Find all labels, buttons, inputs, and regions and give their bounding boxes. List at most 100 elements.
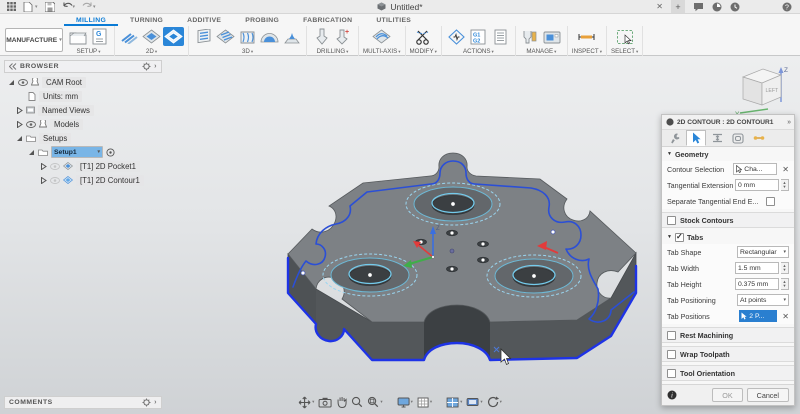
tab-height-input[interactable]: 0.375 mm: [735, 278, 779, 290]
counterbore-pocket[interactable]: [323, 254, 417, 296]
tree-item-2d-pocket1[interactable]: [T1] 2D Pocket1: [4, 159, 162, 173]
clear-selection-icon[interactable]: ✕: [782, 312, 789, 321]
tree-item-named-views[interactable]: Named Views: [4, 103, 162, 117]
part-side-walls[interactable]: [288, 253, 636, 360]
tree-label[interactable]: Models: [50, 119, 83, 130]
rest-machining-checkbox[interactable]: [667, 331, 676, 340]
tab-shape-dropdown[interactable]: Rectangular: [737, 246, 789, 258]
tab-milling[interactable]: MILLING: [64, 14, 118, 26]
collapsed-caret-icon[interactable]: [40, 163, 47, 170]
tabs-section-header[interactable]: ▼ Tabs: [662, 230, 794, 244]
dialog-tab-linking[interactable]: [749, 130, 769, 146]
setup-sheet-icon[interactable]: [490, 27, 511, 46]
refresh-orbit-icon[interactable]: [486, 394, 503, 410]
drill-icon[interactable]: [311, 27, 332, 46]
counterbore-pocket[interactable]: [487, 255, 581, 297]
active-setup-target-icon[interactable]: [106, 148, 115, 157]
expand-panel-chevron-icon[interactable]: ›: [154, 63, 157, 70]
cancel-button[interactable]: Cancel: [747, 388, 789, 402]
stock-contours-section[interactable]: Stock Contours: [662, 212, 794, 228]
visibility-eye-off-icon[interactable]: [50, 177, 60, 184]
3d-parallel-icon[interactable]: [215, 27, 236, 46]
group-label-drilling[interactable]: DRILLING: [317, 48, 349, 55]
group-label-select[interactable]: SELECT: [611, 48, 638, 55]
look-at-icon[interactable]: [317, 394, 333, 410]
dialog-tab-geometry[interactable]: [686, 130, 706, 146]
visibility-eye-icon[interactable]: [18, 79, 28, 86]
dialog-header[interactable]: 2D CONTOUR : 2D CONTOUR1 »: [662, 115, 794, 130]
stepper-arrows[interactable]: ▲▼: [781, 179, 789, 191]
group-label-actions[interactable]: ACTIONS: [463, 48, 494, 55]
workspace-selector-button[interactable]: MANUFACTURE▾: [5, 28, 63, 52]
comments-header[interactable]: COMMENTS ›: [4, 396, 162, 409]
wrap-toolpath-section[interactable]: Wrap Toolpath: [662, 346, 794, 362]
tab-positions-selection-button[interactable]: 2 P...: [739, 310, 777, 322]
group-label-2d[interactable]: 2D: [146, 48, 157, 55]
tree-label[interactable]: Named Views: [38, 105, 94, 116]
tree-label[interactable]: Setups: [39, 133, 71, 144]
tangential-extension-input[interactable]: 0 mm: [735, 179, 779, 191]
post-process-icon[interactable]: G: [89, 27, 110, 46]
dialog-tab-heights[interactable]: [707, 130, 727, 146]
gear-icon[interactable]: [142, 398, 151, 407]
expand-panel-chevron-icon[interactable]: ›: [154, 399, 157, 406]
generate-icon[interactable]: [446, 27, 467, 46]
tab-probing[interactable]: PROBING: [233, 14, 291, 26]
contour-point[interactable]: [301, 271, 305, 275]
tree-label[interactable]: CAM Root: [42, 77, 86, 88]
fit-icon[interactable]: [366, 394, 383, 410]
view-cube[interactable]: Z Y LEFT: [732, 60, 790, 118]
measure-icon[interactable]: [576, 27, 597, 46]
3d-scallop-icon[interactable]: [259, 27, 280, 46]
ok-button[interactable]: OK: [712, 388, 742, 402]
stepper-arrows[interactable]: ▲▼: [781, 278, 789, 290]
bottom-contour-line[interactable]: [288, 258, 636, 360]
small-holes[interactable]: [416, 230, 489, 272]
display-settings-icon[interactable]: [396, 394, 414, 410]
contour-selection-button[interactable]: Cha...: [733, 163, 777, 175]
dialog-tab-passes[interactable]: [728, 130, 748, 146]
toolpath-contour-line[interactable]: [293, 161, 634, 322]
geometry-section-header[interactable]: ▼ Geometry: [662, 147, 794, 161]
tree-item-setup1[interactable]: Setup1: [4, 145, 162, 159]
separate-tangential-checkbox[interactable]: [766, 197, 775, 206]
collapsed-caret-icon[interactable]: [40, 177, 47, 184]
2d-pocket-icon[interactable]: [141, 27, 162, 46]
tool-orientation-section[interactable]: Tool Orientation: [662, 365, 794, 381]
tree-label[interactable]: Units: mm: [39, 91, 82, 102]
browser-header[interactable]: BROWSER ›: [4, 60, 162, 73]
tree-label[interactable]: [T1] 2D Contour1: [76, 175, 144, 186]
clear-selection-icon[interactable]: ✕: [782, 165, 789, 174]
tree-item-cam-root[interactable]: CAM Root: [4, 75, 162, 89]
tree-item-2d-contour1[interactable]: [T1] 2D Contour1: [4, 173, 162, 187]
part-top-face[interactable]: [288, 153, 636, 322]
tree-item-models[interactable]: Models: [4, 117, 162, 131]
viewports-icon[interactable]: [445, 394, 463, 410]
camera-views-icon[interactable]: [465, 394, 483, 410]
tab-width-input[interactable]: 1.5 mm: [735, 262, 779, 274]
orbit-mode-icon[interactable]: [297, 394, 315, 410]
stock-contours-checkbox[interactable]: [667, 216, 676, 225]
group-label-3d[interactable]: 3D: [242, 48, 253, 55]
stepper-arrows[interactable]: ▲▼: [781, 262, 789, 274]
visibility-eye-icon[interactable]: [26, 121, 36, 128]
collapsed-caret-icon[interactable]: [16, 107, 23, 114]
group-label-manage[interactable]: MANAGE: [526, 48, 556, 55]
group-label-multiaxis[interactable]: MULTI-AXIS: [363, 48, 401, 55]
3d-spiral-icon[interactable]: [281, 27, 302, 46]
contour-point[interactable]: [551, 230, 555, 234]
collapsed-caret-icon[interactable]: [16, 121, 23, 128]
tap-icon[interactable]: +: [333, 27, 354, 46]
sketch-point[interactable]: [450, 249, 454, 253]
tree-item-setups[interactable]: Setups: [4, 131, 162, 145]
group-label-inspect[interactable]: INSPECT: [572, 48, 602, 55]
info-icon[interactable]: i: [667, 390, 677, 400]
g1g2-post-icon[interactable]: G1G2: [468, 27, 489, 46]
dialog-tab-tool[interactable]: [665, 130, 685, 146]
2d-adaptive-icon[interactable]: [119, 27, 140, 46]
group-label-modify[interactable]: MODIFY: [410, 48, 437, 55]
origin-triad[interactable]: Z: [403, 226, 440, 268]
visibility-eye-off-icon[interactable]: [50, 163, 60, 170]
2d-contour-icon-active[interactable]: [163, 27, 184, 46]
tool-orientation-checkbox[interactable]: [667, 369, 676, 378]
